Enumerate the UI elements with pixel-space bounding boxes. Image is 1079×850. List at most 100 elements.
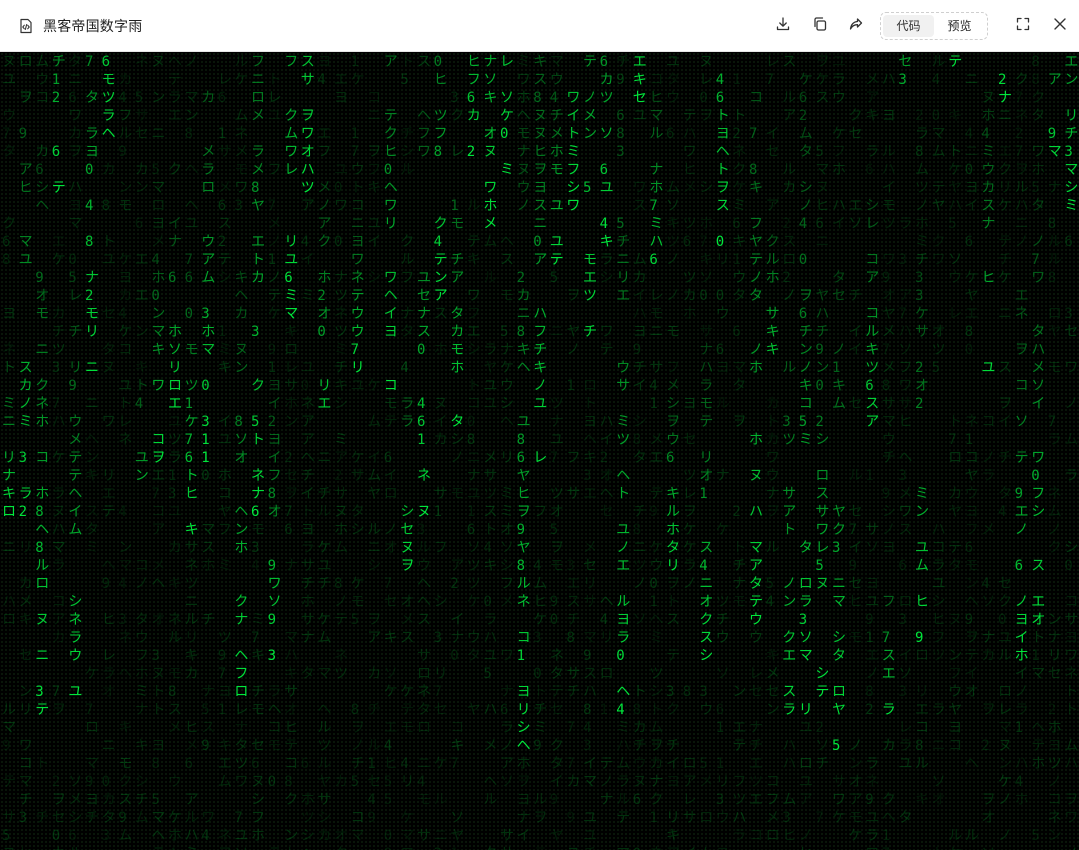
- rain-glyph: ロ: [915, 648, 929, 664]
- copy-button[interactable]: [807, 13, 833, 39]
- rain-glyph: 1: [367, 756, 375, 772]
- close-button[interactable]: [1047, 13, 1073, 39]
- rain-glyph: サ: [218, 144, 232, 160]
- rain-glyph: ツ: [865, 360, 879, 376]
- rain-glyph: 6: [1064, 234, 1072, 250]
- rain-glyph: フ: [135, 648, 149, 664]
- rain-glyph: マ: [1048, 144, 1062, 160]
- rain-glyph: 6: [218, 90, 226, 106]
- rain-glyph: 8: [915, 738, 923, 754]
- rain-glyph: テ: [965, 648, 979, 664]
- rain-glyph: タ: [799, 144, 813, 160]
- rain-glyph: ナ: [732, 576, 746, 592]
- rain-glyph: 8: [533, 90, 541, 106]
- rain-glyph: ラ: [301, 540, 315, 556]
- rain-glyph: シ: [218, 270, 232, 286]
- rain-glyph: ト: [649, 702, 663, 718]
- rain-glyph: ハ: [1031, 342, 1045, 358]
- rain-glyph: 1: [865, 468, 873, 484]
- rain-glyph: ウ: [981, 162, 995, 178]
- rain-glyph: セ: [849, 396, 863, 412]
- rain-glyph: 4: [699, 558, 707, 574]
- rain-glyph: 4: [118, 504, 126, 520]
- rain-glyph: ネ: [35, 396, 49, 412]
- rain-glyph: シ: [367, 558, 381, 574]
- rain-glyph: 9: [583, 648, 591, 664]
- fullscreen-button[interactable]: [1010, 13, 1036, 39]
- rain-glyph: ユ: [483, 396, 497, 412]
- rain-glyph: チ: [882, 450, 896, 466]
- rain-glyph: ミ: [616, 414, 630, 430]
- rain-glyph: 7: [151, 486, 159, 502]
- rain-glyph: フ: [268, 162, 282, 178]
- title-group: 黑客帝国数字雨: [17, 0, 142, 52]
- rain-glyph: ノ: [1015, 594, 1029, 610]
- rain-glyph: ツ: [168, 432, 182, 448]
- rain-glyph: テ: [1031, 738, 1045, 754]
- rain-glyph: ツ: [483, 486, 497, 502]
- rain-glyph: モ: [268, 738, 282, 754]
- rain-glyph: テ: [218, 252, 232, 268]
- rain-glyph: ヌ: [2, 846, 16, 850]
- rain-glyph: サ: [699, 324, 713, 340]
- rain-glyph: 9: [882, 486, 890, 502]
- rain-glyph: サ: [483, 468, 497, 484]
- rain-glyph: タ: [483, 846, 497, 850]
- rain-glyph: リ: [616, 270, 630, 286]
- rain-glyph: セ: [550, 702, 564, 718]
- rain-glyph: タ: [1031, 108, 1045, 124]
- rain-glyph: セ: [583, 558, 597, 574]
- rain-glyph: ト: [483, 522, 497, 538]
- rain-glyph: ン: [915, 504, 929, 520]
- rain-glyph: コ: [649, 72, 663, 88]
- rain-glyph: ワ: [865, 846, 879, 850]
- rain-glyph: 8: [284, 774, 292, 790]
- rain-glyph: ツ: [550, 486, 564, 502]
- rain-glyph: ニ: [517, 306, 531, 322]
- rain-glyph: ホ: [749, 432, 763, 448]
- rain-glyph: ツ: [334, 666, 348, 682]
- rain-glyph: ミ: [218, 342, 232, 358]
- rain-glyph: ツ: [301, 810, 315, 826]
- rain-glyph: ウ: [716, 810, 730, 826]
- rain-glyph: ン: [965, 576, 979, 592]
- rain-glyph: 3: [19, 810, 27, 826]
- rain-glyph: レ: [533, 450, 547, 466]
- rain-glyph: 9: [201, 738, 209, 754]
- rain-glyph: ハ: [649, 234, 663, 250]
- rain-glyph: コ: [965, 450, 979, 466]
- rain-glyph: ム: [201, 270, 215, 286]
- rain-glyph: ヌ: [533, 126, 547, 142]
- rain-glyph: セ: [749, 684, 763, 700]
- rain-glyph: ヘ: [35, 198, 49, 214]
- rain-glyph: レ: [118, 414, 132, 430]
- rain-glyph: 4: [998, 504, 1006, 520]
- tab-code[interactable]: 代码: [883, 15, 934, 37]
- rain-glyph: 2: [732, 504, 740, 520]
- rain-glyph: ヒ: [533, 594, 547, 610]
- rain-glyph: ヲ: [1015, 342, 1029, 358]
- rain-glyph: ス: [666, 612, 680, 628]
- rain-glyph: ケ: [998, 270, 1012, 286]
- share-button[interactable]: [843, 13, 869, 39]
- rain-glyph: リ: [699, 450, 713, 466]
- rain-glyph: ホ: [749, 360, 763, 376]
- rain-glyph: エ: [633, 54, 647, 70]
- rain-glyph: テ: [284, 738, 298, 754]
- rain-glyph: 6: [815, 216, 823, 232]
- rain-glyph: オ: [483, 126, 497, 142]
- rain-glyph: リ: [600, 630, 614, 646]
- rain-glyph: ワ: [417, 144, 431, 160]
- rain-glyph: マ: [882, 414, 896, 430]
- rain-glyph: サ: [898, 396, 912, 412]
- tab-preview[interactable]: 预览: [934, 15, 985, 37]
- rain-glyph: 8: [35, 504, 43, 520]
- download-button[interactable]: [770, 13, 796, 39]
- rain-glyph: ソ: [384, 666, 398, 682]
- rain-glyph: ユ: [600, 180, 614, 196]
- rain-glyph: ラ: [52, 486, 66, 502]
- rain-glyph: メ: [483, 738, 497, 754]
- rain-glyph: 2: [467, 144, 475, 160]
- rain-glyph: ス: [417, 612, 431, 628]
- rain-glyph: カ: [981, 648, 995, 664]
